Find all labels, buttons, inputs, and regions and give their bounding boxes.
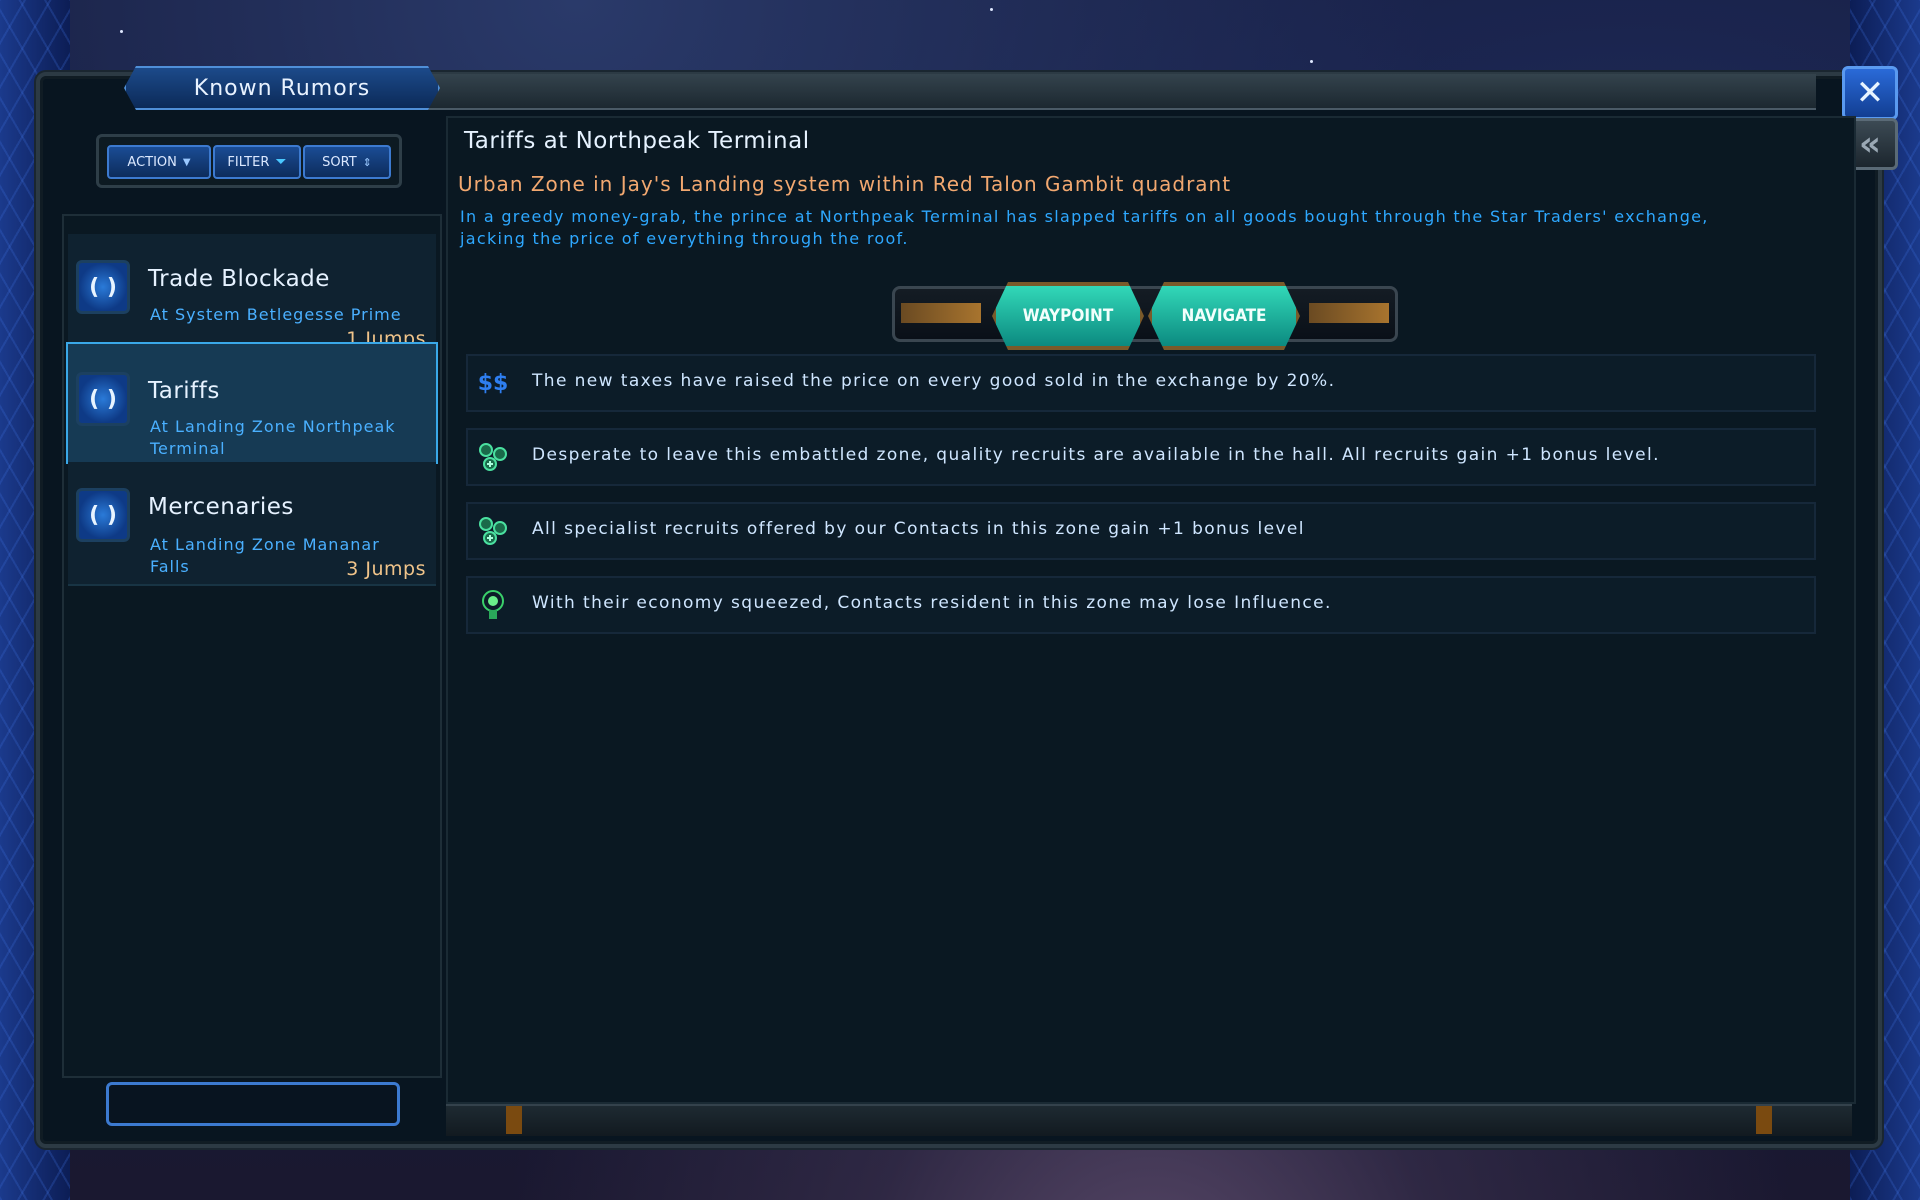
background-star xyxy=(1310,60,1313,63)
double-chevron-left-icon: « xyxy=(1859,124,1881,164)
action-label: ACTION xyxy=(127,154,177,170)
funnel-icon: ⏷ xyxy=(275,154,287,170)
detail-description: In a greedy money-grab, the prince at No… xyxy=(460,207,1709,248)
speech-bubble-icon: ( ) xyxy=(76,488,130,542)
effect-text: The new taxes have raised the price on e… xyxy=(532,371,1336,391)
recruits-icon xyxy=(476,514,510,548)
effect-text: All specialist recruits offered by our C… xyxy=(532,519,1305,539)
waypoint-button[interactable]: WAYPOINT xyxy=(992,282,1144,350)
window-top-rail xyxy=(380,74,1816,110)
detail-footer-rail xyxy=(446,1104,1852,1136)
background-star xyxy=(120,30,123,33)
rumor-location: At System Betlegesse Prime xyxy=(150,305,402,324)
footer-light xyxy=(506,1106,522,1134)
navigate-button[interactable]: NAVIGATE xyxy=(1148,282,1300,350)
close-button[interactable]: ✕ xyxy=(1842,66,1898,120)
rumor-item-trade-blockade[interactable]: ( ) Trade Blockade At System Betlegesse … xyxy=(68,234,436,350)
rumor-item-mercenaries[interactable]: ( ) Mercenaries At Landing Zone Mananar … xyxy=(68,462,436,586)
footer-light xyxy=(1756,1106,1772,1134)
action-button-rail xyxy=(892,286,1398,342)
rumor-title: Mercenaries xyxy=(148,494,294,520)
rumor-detail-panel: Tariffs at Northpeak Terminal Urban Zone… xyxy=(446,116,1856,1104)
sort-icon: ⇕ xyxy=(362,155,372,169)
rumor-item-tariffs[interactable]: ( ) Tariffs At Landing Zone Northpeak Te… xyxy=(66,342,438,464)
recruits-icon xyxy=(476,440,510,474)
effect-row: All specialist recruits offered by our C… xyxy=(466,502,1816,560)
effect-text: With their economy squeezed, Contacts re… xyxy=(532,593,1332,613)
sort-label: SORT xyxy=(322,154,357,170)
close-icon: ✕ xyxy=(1855,73,1885,113)
detail-subtitle: Urban Zone in Jay's Landing system withi… xyxy=(458,172,1232,196)
effect-row: Desperate to leave this embattled zone, … xyxy=(466,428,1816,486)
rumor-title: Tariffs xyxy=(148,378,220,404)
dollar-icon: $$ xyxy=(477,370,509,396)
detail-title: Tariffs at Northpeak Terminal xyxy=(464,128,810,154)
sort-button[interactable]: SORT ⇕ xyxy=(303,145,391,179)
action-button[interactable]: ACTION ▼ xyxy=(107,145,211,179)
speech-bubble-icon: ( ) xyxy=(76,260,130,314)
rumor-location: At Landing Zone Northpeak Terminal xyxy=(150,417,396,458)
rumor-title: Trade Blockade xyxy=(148,266,330,292)
effect-text: Desperate to leave this embattled zone, … xyxy=(532,445,1660,465)
effect-row: $$ The new taxes have raised the price o… xyxy=(466,354,1816,412)
influence-icon xyxy=(476,588,510,622)
speech-bubble-icon: ( ) xyxy=(76,372,130,426)
rumor-list: ( ) Trade Blockade At System Betlegesse … xyxy=(62,214,442,1078)
filter-button[interactable]: FILTER ⏷ xyxy=(213,145,301,179)
window-title: Known Rumors xyxy=(124,66,440,110)
list-search-field[interactable] xyxy=(106,1082,400,1126)
effect-row: With their economy squeezed, Contacts re… xyxy=(466,576,1816,634)
background-star xyxy=(990,8,993,11)
chevron-down-icon: ▼ xyxy=(182,156,191,168)
list-toolbar: ACTION ▼ FILTER ⏷ SORT ⇕ xyxy=(96,134,402,188)
filter-label: FILTER xyxy=(227,154,270,170)
rumor-jumps: 3 Jumps xyxy=(346,558,426,580)
